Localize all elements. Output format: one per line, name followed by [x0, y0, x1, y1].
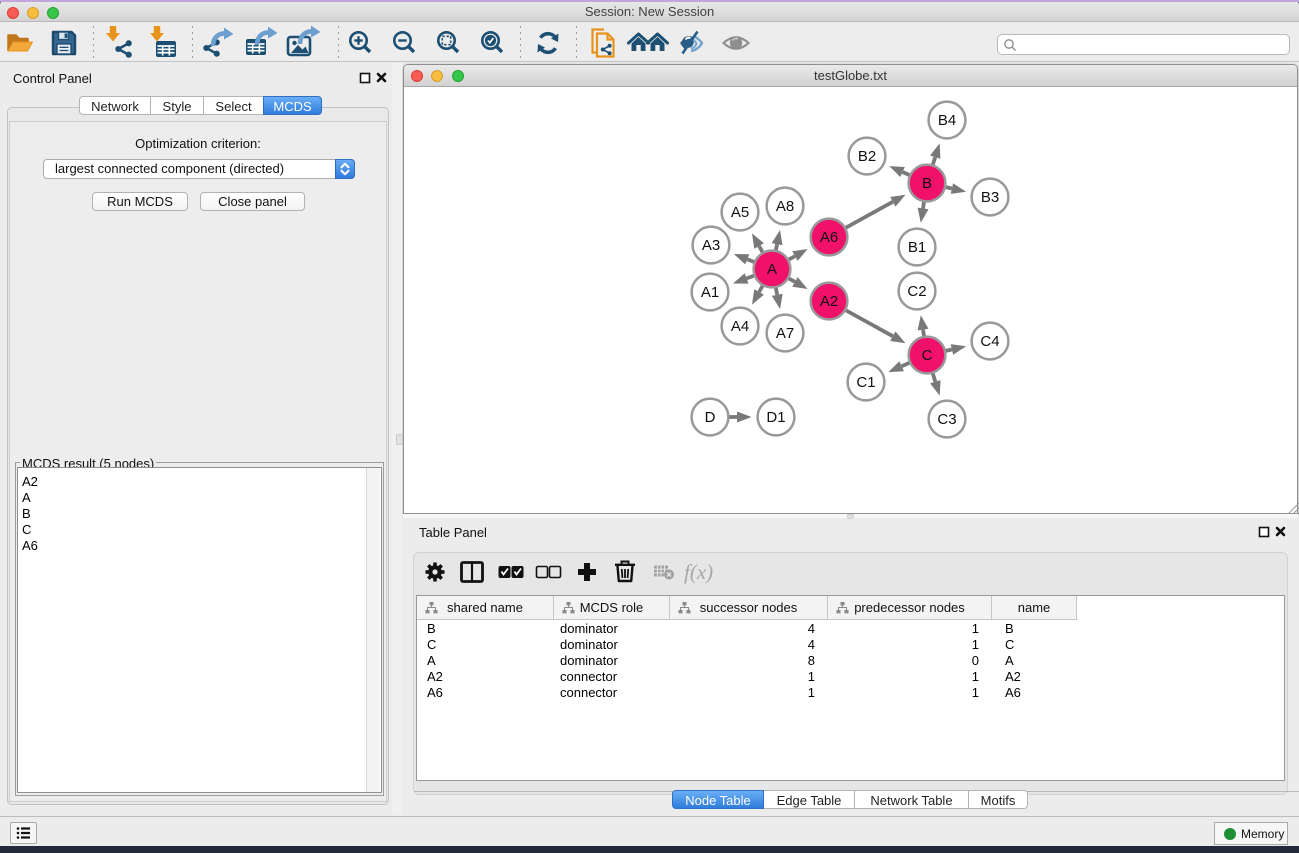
svg-text:C: C: [922, 347, 933, 364]
svg-text:B1: B1: [908, 239, 926, 256]
svg-text:A2: A2: [820, 293, 838, 310]
svg-text:B3: B3: [981, 189, 999, 206]
svg-text:A1: A1: [701, 284, 719, 301]
svg-text:f(x): f(x): [684, 560, 713, 584]
svg-text:A4: A4: [731, 318, 749, 335]
svg-text:A: A: [767, 261, 777, 278]
svg-text:A7: A7: [776, 325, 794, 342]
svg-text:C2: C2: [907, 283, 926, 300]
svg-text:A6: A6: [820, 229, 838, 246]
svg-text:C3: C3: [937, 411, 956, 428]
svg-text:D: D: [705, 409, 716, 426]
svg-text:B2: B2: [858, 148, 876, 165]
svg-text:B: B: [922, 175, 932, 192]
svg-text:D1: D1: [766, 409, 785, 426]
svg-text:A3: A3: [702, 237, 720, 254]
svg-text:B4: B4: [938, 112, 956, 129]
svg-text:C4: C4: [980, 333, 999, 350]
svg-text:C1: C1: [856, 374, 875, 391]
svg-text:A5: A5: [731, 204, 749, 221]
svg-text:A8: A8: [776, 198, 794, 215]
